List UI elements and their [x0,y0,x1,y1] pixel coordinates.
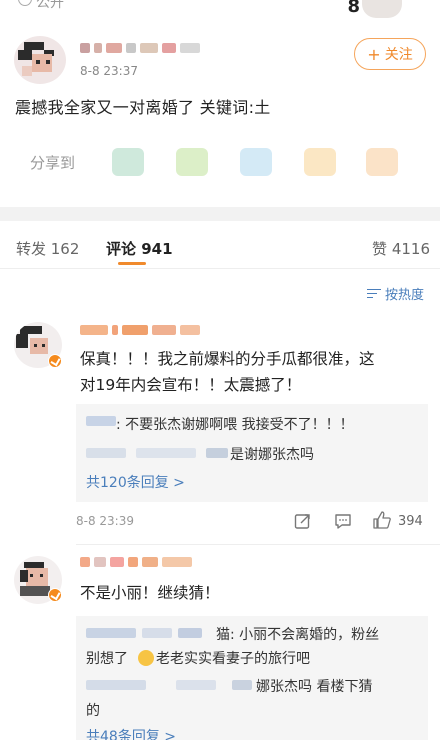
comment-time: 8-8 23:39 [76,514,134,528]
reply-text: 的 [86,703,100,719]
reply-author-blurred [86,448,126,458]
visibility-label: 公开 [36,0,64,11]
comment-text: 不是小丽！继续猜！ [80,584,220,602]
post-author-name-blurred[interactable] [80,42,200,54]
follow-label: 关注 [384,47,413,63]
reply-author-blurred [136,448,196,458]
comment-text-line: 保真！！！我之前爆料的分手瓜都很准，这 [80,350,375,368]
tab-like[interactable]: 赞 4116 [372,238,430,259]
comment-text: 保真！！！我之前爆料的分手瓜都很准，这 对19年内会宣布！！太震撼了！ [80,346,420,398]
plus-icon: + [367,44,381,64]
verified-badge-icon [48,588,62,602]
reply-text: : 不要张杰谢娜啊喂 我接受不了！！！ [116,417,354,433]
reply-author-blurred [142,628,172,638]
reply-text: 娜张杰吗 看楼下猜 [256,679,373,695]
view-replies-link[interactable]: 共120条回复 > [86,472,185,492]
reply-author-blurred [178,628,202,638]
share-wechat-icon[interactable] [112,148,144,176]
tab-repost[interactable]: 转发 162 [16,238,79,259]
verified-badge-icon [48,354,62,368]
post-text: 震撼我全家又一对离婚了 关键词:土 [15,98,271,117]
tab-active-indicator [118,262,146,265]
repost-icon[interactable] [294,512,312,530]
sort-label: 按热度 [384,288,424,303]
follow-button[interactable]: + 关注 [354,38,426,70]
section-divider [0,207,440,221]
comment-author-name-blurred[interactable] [80,556,192,568]
like-icon[interactable] [372,510,392,530]
reply-author-blurred [86,680,146,690]
view-replies-link[interactable]: 共48条回复 > [86,726,176,740]
reply-text: 猫: 小丽不会离婚的，粉丝 [216,627,380,643]
comment-separator [76,544,440,545]
comment-text-line: 对19年内会宣布！！太震撼了！ [80,376,302,394]
reply-box[interactable]: : 不要张杰谢娜啊喂 我接受不了！！！ 是谢娜张杰吗 共120条回复 > [76,404,428,502]
comment-icon[interactable] [334,512,352,530]
visibility-icon [18,0,32,6]
reply-author-blurred [232,680,252,690]
reply-text: 是谢娜张杰吗 [230,447,314,463]
reply-author-blurred [86,628,136,638]
comment-author-name-blurred[interactable] [80,324,200,336]
share-qq-icon[interactable] [240,148,272,176]
share-qzone-icon[interactable] [304,148,336,176]
reply-author-blurred [206,448,228,458]
reply-box[interactable]: 猫: 小丽不会离婚的，粉丝 别想了 老老实实看妻子的旅行吧 娜张杰吗 看楼下猜 … [76,616,428,740]
cat-emoji-icon [138,650,154,666]
top-avatar-fragment [362,0,402,18]
post-time: 8-8 23:37 [80,64,138,78]
tab-comment[interactable]: 评论 941 [106,238,173,259]
sort-by-hot-button[interactable]: 按热度 [366,284,424,303]
like-count: 394 [398,514,423,529]
reply-text: 老老实实看妻子的旅行吧 [156,651,310,667]
reply-author-blurred [176,680,216,690]
tab-divider [0,268,440,269]
badge-number: 8 [347,0,360,17]
reply-author-blurred [86,416,116,426]
share-label: 分享到 [30,154,76,172]
sort-icon [366,288,381,300]
share-moments-icon[interactable] [176,148,208,176]
share-more-icon[interactable] [366,148,398,176]
post-author-avatar[interactable] [14,36,66,84]
reply-text: 别想了 [86,651,128,667]
